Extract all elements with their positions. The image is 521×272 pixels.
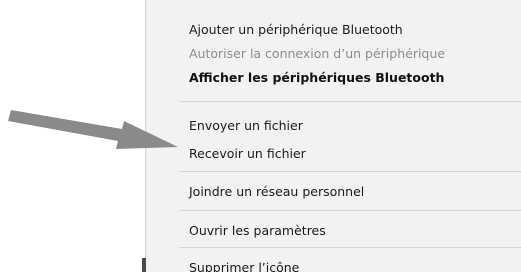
pointer-arrow-icon — [8, 110, 178, 149]
screenshot-stage: Ajouter un périphérique Bluetooth Autori… — [0, 0, 521, 272]
